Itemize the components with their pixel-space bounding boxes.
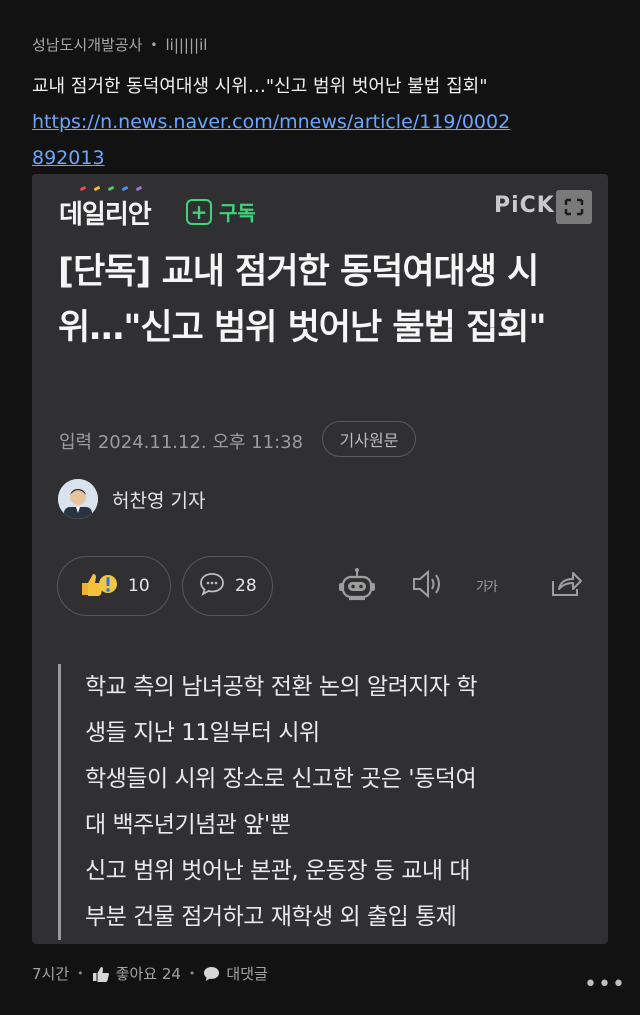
like-count: 좋아요 24 — [115, 965, 181, 983]
font-size-label: 가가 — [476, 580, 498, 595]
share-icon[interactable] — [549, 567, 583, 605]
ai-summary-robot-icon[interactable] — [337, 567, 377, 609]
post-time: 7시간 — [32, 965, 70, 983]
summary-line: 학교 측의 남녀공학 전환 논의 알려지자 학 — [85, 674, 478, 700]
summary-line: 부분 건물 점거하고 재학생 외 출입 통제 — [85, 904, 457, 930]
comment-icon — [199, 572, 225, 601]
article-preview-card[interactable]: 데일리안 + 구독 PiCK [단독] 교내 점거한 동덕여대생 시위…"신고 … — [32, 174, 608, 944]
summary-line: 생들 지난 11일부터 시위 — [85, 720, 320, 746]
author-level: li|||||il — [165, 35, 208, 54]
speech-bubble-icon — [204, 966, 220, 981]
post-title: 교내 점거한 동덕여대생 시위…"신고 범위 벗어난 불법 집회" — [32, 76, 488, 97]
reply-label: 대댓글 — [226, 965, 268, 983]
speaker-icon[interactable] — [410, 567, 444, 605]
logo-dots — [79, 185, 143, 192]
comment-button[interactable]: 28 — [182, 556, 273, 616]
summary-line: 신고 범위 벗어난 본관, 운동장 등 교내 대 — [85, 858, 471, 884]
original-article-button[interactable]: 기사원문 — [322, 421, 416, 457]
reporter-avatar — [58, 479, 98, 519]
post-meta: 성남도시개발공사 • li|||||il — [32, 34, 207, 55]
reaction-count: 10 — [128, 576, 150, 596]
reply-button[interactable]: 대댓글 — [203, 963, 268, 984]
article-headline: [단독] 교내 점거한 동덕여대생 시위…"신고 범위 벗어난 불법 집회" — [58, 252, 547, 348]
author-name[interactable]: 성남도시개발공사 — [32, 34, 142, 55]
publisher-logo[interactable]: 데일리안 — [59, 194, 152, 231]
like-button[interactable]: 좋아요 24 — [92, 963, 181, 984]
separator-dot: • — [77, 967, 84, 980]
expand-icon[interactable] — [556, 190, 592, 224]
reporter-name[interactable]: 허찬영 기자 — [112, 486, 205, 513]
separator-dot: • — [188, 967, 196, 980]
subscribe-label: 구독 — [219, 201, 256, 225]
article-link[interactable]: https://n.news.naver.com/mnews/article/1… — [32, 104, 512, 176]
publish-date: 입력 2024.11.12. 오후 11:38 — [59, 432, 304, 453]
reaction-emoji-icon — [78, 569, 118, 604]
comment-count: 28 — [235, 576, 257, 596]
font-size-icon[interactable]: 가가 — [476, 572, 498, 597]
plus-icon: + — [186, 198, 212, 225]
summary-line: 학생들이 시위 장소로 신고한 곳은 '동덕여 — [85, 766, 477, 792]
article-summary: 학교 측의 남녀공학 전환 논의 알려지자 학 생들 지난 11일부터 시위 학… — [58, 664, 585, 940]
separator-dot: • — [150, 37, 158, 52]
pick-badge: PiCK — [494, 193, 555, 218]
subscribe-button[interactable]: + 구독 — [186, 197, 256, 226]
post-footer: 7시간 • 좋아요 24 • 대댓글 — [32, 963, 268, 984]
thumbs-up-icon — [92, 966, 109, 982]
summary-line: 대 백주년기념관 앞'뿐 — [85, 812, 291, 838]
more-options-icon[interactable]: ••• — [584, 972, 626, 997]
reaction-button[interactable]: 10 — [57, 556, 171, 616]
